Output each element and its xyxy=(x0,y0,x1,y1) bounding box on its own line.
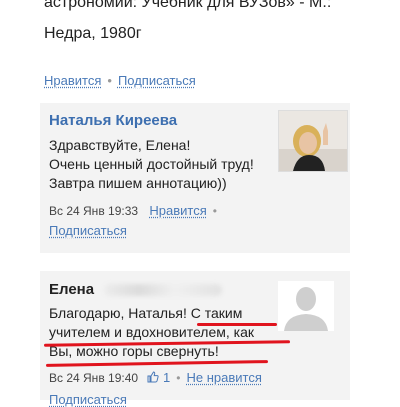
separator-dot: • xyxy=(212,204,217,218)
comment-text: Здравствуйте, Елена! Очень ценный достой… xyxy=(49,136,289,193)
post-like-link[interactable]: Нравится xyxy=(44,73,101,88)
comment-date: Вс 24 Янв 19:40 xyxy=(49,371,139,385)
post-text-line: астрономии: Учебник для ВУЗов» - М.: xyxy=(44,0,332,11)
highlight-mark xyxy=(197,323,277,326)
comment-meta: Вс 24 Янв 19:40 1 • Не нравится xyxy=(49,370,262,385)
blurred-surname xyxy=(104,284,223,297)
comment-subscribe-link[interactable]: Подписаться xyxy=(49,223,127,238)
comments-page: астрономии: Учебник для ВУЗов» - М.: Нед… xyxy=(0,0,400,407)
comment-card: Наталья Киреева Здравствуйте, Елена! Оче… xyxy=(40,103,350,253)
comment-text: Благодарю, Наталья! С таким учителем и в… xyxy=(49,304,289,361)
avatar-photo-icon xyxy=(279,111,347,171)
comment-card: Елена Благодарю, Наталья! С таким учител… xyxy=(40,271,350,407)
thumbs-up-icon[interactable] xyxy=(147,370,163,385)
separator-dot: • xyxy=(176,371,181,385)
comment-date: Вс 24 Янв 19:33 xyxy=(49,204,139,218)
comment-text-line: Благодарю, Наталья! С таким xyxy=(49,305,243,321)
comment-text-line: Здравствуйте, Елена! xyxy=(49,137,191,153)
thumbs-up-icon-glyph xyxy=(147,371,160,383)
separator-dot: • xyxy=(107,73,112,88)
comment-text-line: Завтра пишем аннотацию)) xyxy=(49,175,227,191)
post-text-line: Недра, 1980г xyxy=(44,25,142,42)
comment-author-name: Елена xyxy=(49,281,223,298)
comment-reply: Подписаться xyxy=(49,223,127,238)
comment-like-link[interactable]: Нравится xyxy=(149,203,206,218)
comment-author-link[interactable]: Наталья Киреева xyxy=(49,112,177,129)
like-count[interactable]: 1 xyxy=(163,370,170,385)
comment-meta: Вс 24 Янв 19:33 Нравится • xyxy=(49,203,223,218)
post-actions: Нравится • Подписаться xyxy=(44,73,196,88)
comment-author-link[interactable]: Елена xyxy=(49,281,94,298)
comment-dislike-link[interactable]: Не нравится xyxy=(186,370,261,385)
comment-text-line: Очень ценный достойный труд! xyxy=(49,156,254,172)
post-subscribe-link[interactable]: Подписаться xyxy=(118,73,196,88)
